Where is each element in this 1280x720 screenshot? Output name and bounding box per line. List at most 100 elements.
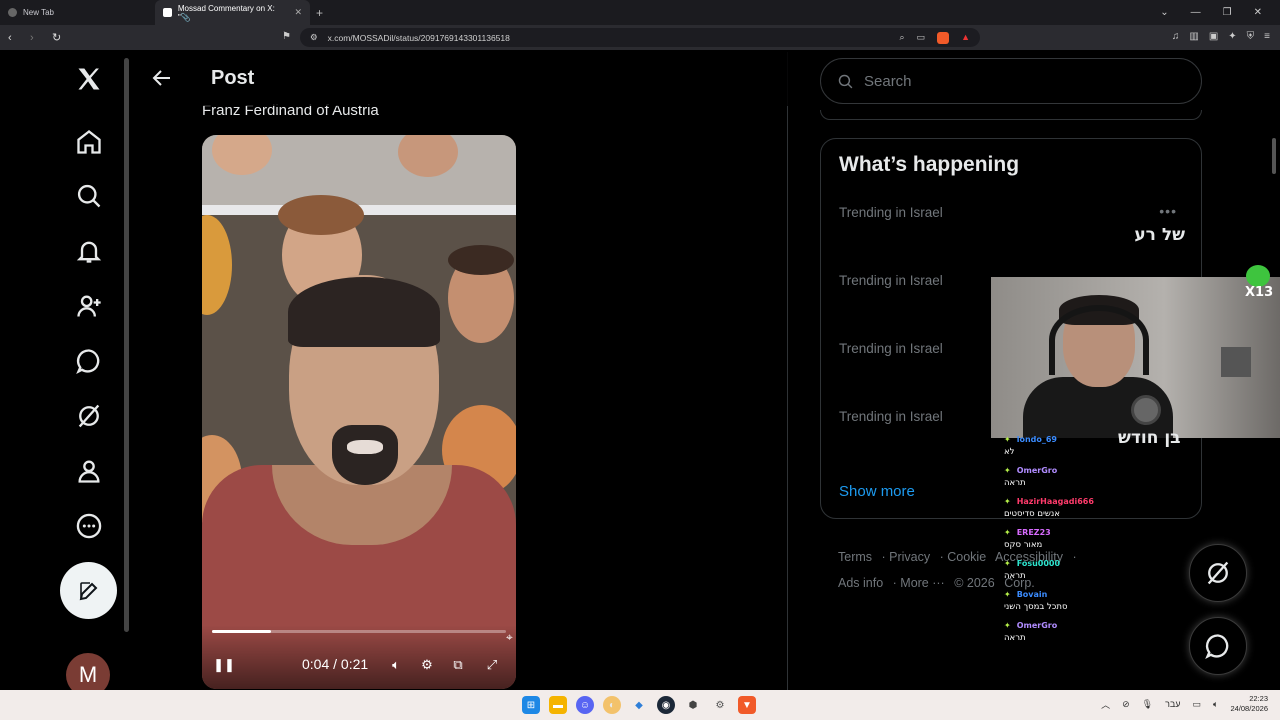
footer-link-more[interactable]: More ··· [900,576,944,590]
tray-display-icon[interactable]: ▭ [1193,699,1202,710]
trend-more-icon[interactable]: ••• [1159,203,1177,219]
page-title: Post [211,67,255,89]
video-main-hair [288,277,440,347]
left-navigation: M [56,52,122,697]
maximize-icon[interactable]: ❐ [1223,7,1232,18]
media-icon[interactable]: ♫ [1172,31,1180,42]
video-figure-hair [448,245,514,275]
picture-in-picture-icon[interactable]: ⧉ [448,655,468,675]
clock-date: 24/08/2026 [1230,704,1268,713]
close-tab-icon[interactable]: ✕ [294,7,302,18]
home-icon[interactable] [70,123,108,161]
zoom-icon[interactable]: ⌕ [900,32,905,44]
bookmark-icon[interactable]: ⚑ [282,31,291,42]
subscriber-badge-icon: ✦ [1004,621,1011,630]
new-tab-button[interactable]: + [316,6,323,20]
video-figure [202,215,232,315]
x-logo-icon[interactable] [70,60,108,98]
webcam-overlay [991,277,1280,438]
settings-gear-icon[interactable]: ⚙ [711,696,729,714]
profile-person-icon[interactable] [70,452,108,490]
video-progress-bar[interactable] [212,630,506,633]
url-text: x.com/MOSSADil/status/209176914330113651… [327,32,510,43]
taskbar-clock[interactable]: 22:23 24/08/2026 [1230,694,1268,714]
back-icon[interactable]: ‹ [8,32,18,44]
settings-gear-icon[interactable]: ⚙ [417,655,437,675]
pause-icon[interactable]: ❚❚ [213,655,235,675]
subscriber-badge-icon: ✦ [1004,466,1011,475]
subscriber-badge-icon: ✦ [1004,435,1011,444]
chat-message: ✦ OmerGro תראה [1004,621,1164,651]
menu-icon[interactable]: ≡ [1264,31,1270,42]
explore-search-icon[interactable] [70,177,108,215]
subscriber-badge-icon: ✦ [1004,528,1011,537]
brave-browser-icon[interactable]: ▼ [738,696,756,714]
app-icon[interactable]: ◐ [603,696,621,714]
tab-new-tab[interactable]: New Tab [0,0,155,25]
wallet-icon[interactable]: ▣ [1209,31,1218,42]
footer-link-privacy[interactable]: Privacy [889,550,930,564]
grok-float-button[interactable] [1189,544,1247,602]
left-scrollbar[interactable] [124,58,129,632]
tray-mic-icon[interactable]: 🎙︎ [1142,699,1153,710]
video-main-mouth [347,440,383,454]
steam-icon[interactable]: ◉ [657,696,675,714]
tab-mossad-commentary[interactable]: Mossad Commentary on X: "📎 ✕ [155,0,310,25]
grok-icon[interactable] [70,397,108,435]
chat-message: ✦ OmerGro תראה [1004,466,1164,496]
footer-link-cookie[interactable]: Cookie [947,550,986,564]
file-explorer-icon[interactable]: ▬ [549,696,567,714]
forward-icon[interactable]: › [30,32,40,44]
chat-message: ✦ londo_69 לא [1004,435,1164,465]
input-language[interactable]: עבר [1165,699,1180,709]
more-options-icon[interactable] [70,507,108,545]
page-scrollbar[interactable] [1272,138,1276,174]
address-bar[interactable]: ⚙ x.com/MOSSADil/status/2091769143301136… [300,28,980,47]
app-cube-icon[interactable]: ⬢ [684,696,702,714]
cast-icon[interactable]: ▭ [917,32,926,44]
video-player[interactable]: ❚❚ 0:04 / 0:21 🔈︎ ⚙ ⧉ ⤢ [202,135,516,689]
chat-text: סתכל במסך השני [1004,602,1068,612]
subscriber-badge-icon: ✦ [1004,590,1011,599]
messages-float-button[interactable] [1189,617,1247,675]
webcam-microphone [1131,395,1161,425]
app-diamond-icon[interactable]: ◆ [630,696,648,714]
brave-shields-icon[interactable] [937,31,950,44]
chat-username-row: ✦ Bovain [1004,590,1164,599]
site-settings-icon[interactable]: ⚙ [310,32,318,43]
mouse-cursor-icon: ⌖ [506,630,513,644]
footer-link-terms[interactable]: Terms [838,550,872,564]
brave-rewards-icon[interactable]: ▲ [961,32,970,44]
reload-icon[interactable]: ↻ [52,31,62,44]
tab-list-icon[interactable]: ⌄ [1160,7,1168,18]
subscriber-badge-icon: ✦ [1004,497,1011,506]
tray-volume-icon[interactable]: 🔈︎ [1213,699,1218,710]
volume-icon[interactable]: 🔈︎ [386,655,406,675]
messages-bubble-icon[interactable] [70,342,108,380]
follow-person-plus-icon[interactable] [70,287,108,325]
tray-app-icon[interactable]: ⊘ [1122,699,1130,710]
back-arrow-icon[interactable] [150,66,174,90]
trend-item[interactable]: Trending in Israel ••• של רע [839,203,1185,255]
search-box[interactable]: Search [820,58,1202,104]
compose-post-button[interactable] [60,562,117,619]
chat-username-row: ✦ OmerGro [1004,621,1164,630]
fullscreen-icon[interactable]: ⤢ [482,655,502,675]
discord-icon[interactable]: ☺ [576,696,594,714]
video-time: 0:04 / 0:21 [302,656,369,672]
sidebar-icon[interactable]: ▥ [1189,31,1198,42]
chat-text: לא [1004,447,1015,457]
chat-username-row: ✦ Fosu0000 [1004,559,1164,568]
footer-link-ads-info[interactable]: Ads info [838,576,883,590]
post-header: Post [132,52,788,106]
minimize-icon[interactable]: — [1191,7,1201,18]
leo-icon[interactable]: ✦ [1228,31,1236,42]
tray-overflow-icon[interactable]: ︿ [1101,698,1110,711]
browser-toolbar: ‹ › ↻ ⚑ ⚙ x.com/MOSSADil/status/20917691… [0,25,1280,50]
vpn-icon[interactable]: ⛨ [1247,31,1255,42]
notifications-bell-icon[interactable] [70,232,108,270]
windows-start-icon[interactable]: ⊞ [522,696,540,714]
avatar-letter: M [78,662,98,687]
show-more-link[interactable]: Show more [839,483,915,500]
close-window-icon[interactable]: ✕ [1254,7,1262,18]
